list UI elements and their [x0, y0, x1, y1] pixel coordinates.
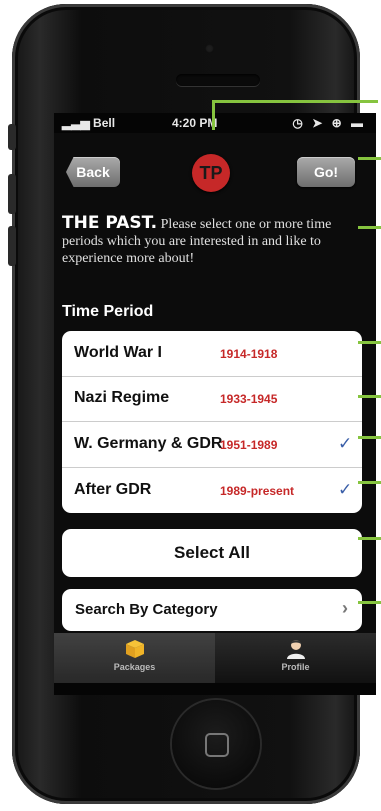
home-square-icon	[205, 733, 229, 757]
callout-search-category	[358, 601, 381, 604]
callout-go	[358, 157, 381, 160]
intro-text: THE PAST. Please select one or more time…	[62, 215, 364, 267]
period-row-wwi[interactable]: World War I 1914-1918	[62, 331, 362, 377]
checkmark-icon: ✓	[338, 434, 353, 453]
box-icon	[125, 640, 144, 658]
tab-bar: Packages Profile	[54, 633, 376, 683]
clock: 4:20 PM	[172, 116, 218, 130]
period-row-gdr[interactable]: W. Germany & GDR 1951-1989 ✓	[62, 422, 362, 468]
period-years: 1989-present	[220, 484, 295, 498]
tab-packages[interactable]: Packages	[54, 633, 215, 683]
callout-row-3	[358, 436, 381, 439]
period-name: Nazi Regime	[74, 389, 170, 406]
screen: ▂▃▅ Bell 4:20 PM ◷ ➤ ⊕ ▬ Back TP Go! THE…	[54, 113, 376, 695]
callout-logo-stem	[212, 100, 215, 130]
period-row-nazi[interactable]: Nazi Regime 1933-1945	[62, 376, 362, 422]
earpiece-speaker	[176, 74, 260, 86]
back-button[interactable]: Back	[66, 157, 120, 187]
mute-switch	[8, 124, 16, 150]
period-name: World War I	[74, 344, 162, 361]
intro-heading: THE PAST.	[62, 213, 158, 233]
period-list: World War I 1914-1918 Nazi Regime 1933-1…	[62, 331, 362, 513]
callout-logo	[212, 100, 378, 103]
period-row-after-gdr[interactable]: After GDR 1989-present ✓	[62, 468, 362, 513]
chevron-right-icon: ›	[342, 598, 348, 618]
status-icons: ◷ ➤ ⊕ ▬	[292, 116, 366, 130]
period-years: 1914-1918	[220, 347, 278, 361]
period-years: 1951-1989	[220, 438, 278, 452]
callout-row-2	[358, 395, 381, 398]
search-by-category-label: Search By Category	[75, 601, 218, 618]
search-by-category-button[interactable]: Search By Category ›	[62, 589, 362, 631]
app-logo: TP	[192, 154, 230, 192]
person-icon	[286, 640, 305, 659]
callout-intro	[358, 226, 381, 229]
callout-select-all	[358, 537, 381, 540]
main-content: Back TP Go! THE PAST. Please select one …	[54, 133, 376, 633]
period-years: 1933-1945	[220, 392, 278, 406]
volume-up-button	[8, 174, 16, 214]
period-name: W. Germany & GDR	[74, 435, 223, 452]
tab-label: Packages	[113, 662, 156, 672]
select-all-button[interactable]: Select All	[62, 529, 362, 577]
period-name: After GDR	[74, 481, 152, 498]
home-button[interactable]	[172, 700, 260, 788]
callout-row-4	[358, 481, 381, 484]
callout-row-1	[358, 341, 381, 344]
tab-profile[interactable]: Profile	[215, 633, 376, 683]
carrier-label: ▂▃▅ Bell	[62, 116, 116, 130]
go-button[interactable]: Go!	[297, 157, 355, 187]
volume-down-button	[8, 226, 16, 266]
tab-label: Profile	[281, 662, 310, 672]
checkmark-icon: ✓	[338, 480, 353, 499]
status-bar: ▂▃▅ Bell 4:20 PM ◷ ➤ ⊕ ▬	[54, 113, 376, 133]
front-camera	[205, 44, 214, 53]
section-title: Time Period	[62, 303, 154, 320]
